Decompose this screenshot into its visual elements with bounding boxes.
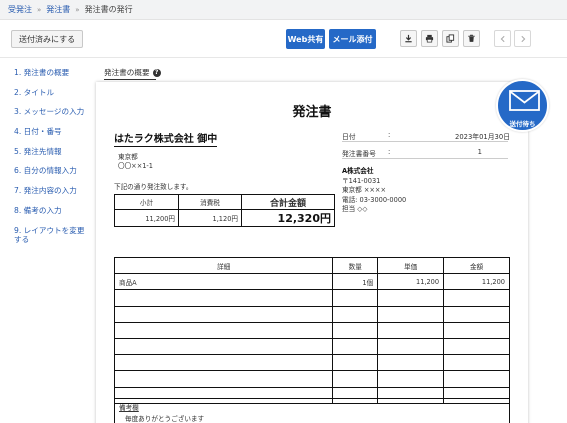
number-value: 1: [477, 148, 482, 156]
total-value: 12,320円: [241, 209, 335, 227]
header-detail: 詳細: [113, 256, 334, 275]
help-icon[interactable]: ?: [152, 68, 161, 77]
prev-button[interactable]: [494, 30, 511, 47]
subtotal-value: 11,200円: [114, 209, 179, 227]
print-icon: [425, 34, 434, 43]
date-label: 日付: [342, 133, 356, 141]
chevron-right-icon: [520, 35, 525, 42]
sidebar-item-order-contents[interactable]: 7. 発注内容の入力: [14, 186, 100, 206]
breadcrumb-current: 発注書の発行: [84, 5, 133, 14]
tab-label: 発注書の概要: [104, 68, 150, 77]
breadcrumb-link-purchase-orders[interactable]: 発注書: [46, 4, 70, 15]
table-row: [113, 370, 510, 388]
date-value: 2023年01月30日: [455, 133, 510, 141]
table-row: [113, 289, 510, 307]
envelope-icon: [509, 90, 540, 111]
divider: [342, 141, 508, 142]
web-share-button[interactable]: Web共有: [286, 29, 325, 49]
recipient-address-line2: 〇〇××1-1: [118, 162, 154, 170]
mark-sent-button[interactable]: 送付済みにする: [11, 30, 84, 48]
copy-icon: [446, 34, 455, 43]
next-button[interactable]: [514, 30, 531, 47]
breadcrumb-separator: »: [75, 5, 80, 14]
table-row: [113, 354, 510, 372]
download-button[interactable]: [400, 30, 417, 47]
total-label: 合計金額: [241, 194, 335, 210]
sidebar-item-message[interactable]: 3. メッセージの入力: [14, 107, 100, 127]
print-button[interactable]: [421, 30, 438, 47]
trash-icon: [468, 34, 475, 42]
intro-text: 下記の通り発注致します。: [114, 183, 193, 191]
breadcrumb-link-orders[interactable]: 受発注: [8, 4, 32, 15]
header-amount: 金額: [443, 256, 510, 275]
date-colon: :: [388, 131, 391, 139]
status-badge: 送付待ち: [496, 79, 549, 132]
breadcrumb-separator: »: [37, 5, 42, 14]
item-unit-price: 11,200: [377, 273, 445, 291]
divider: [342, 158, 508, 159]
sidebar-item-supplier[interactable]: 5. 発注先情報: [14, 147, 100, 167]
remarks-text: 毎度ありがとうございます: [125, 415, 205, 423]
summary-table: 小計 消費税 合計金額 11,200円 1,120円 12,320円: [114, 194, 335, 227]
delete-button[interactable]: [463, 30, 480, 47]
document-preview: 発注書 はたラク株式会社 御中 東京都 〇〇××1-1 下記の通り発注致します。…: [96, 82, 528, 423]
sidebar-item-date-number[interactable]: 4. 日付・番号: [14, 127, 100, 147]
items-header-row: 詳細 数量 単価 金額: [113, 256, 510, 275]
header-unit-price: 単価: [377, 256, 445, 275]
date-row: 日付 :: [342, 131, 390, 141]
number-colon: :: [388, 148, 391, 156]
subtotal-label: 小計: [114, 194, 179, 210]
download-icon: [405, 34, 412, 43]
sidebar-item-layout[interactable]: 9. レイアウトを変更する: [14, 226, 90, 250]
item-amount: 11,200: [443, 273, 510, 291]
breadcrumb: 受発注 » 発注書 » 発注書の発行: [0, 0, 567, 20]
sidebar-item-overview[interactable]: 1. 発注書の概要: [14, 68, 100, 88]
header-qty: 数量: [332, 256, 379, 275]
chevron-left-icon: [500, 35, 505, 42]
status-badge-label: 送付待ち: [509, 120, 536, 128]
remarks-box: 備考欄 毎度ありがとうございます: [114, 398, 510, 423]
tab-overview[interactable]: 発注書の概要 ?: [104, 67, 161, 78]
tax-label: 消費税: [178, 194, 242, 210]
sidebar-item-title[interactable]: 2. タイトル: [14, 88, 100, 108]
sidebar-item-my-info[interactable]: 6. 自分の情報入力: [14, 166, 100, 186]
sidebar-nav: 1. 発注書の概要 2. タイトル 3. メッセージの入力 4. 日付・番号 5…: [14, 68, 100, 250]
tab-underline: [104, 79, 156, 80]
items-table: 詳細 数量 単価 金額 商品A 1個 11,200 11,200: [113, 256, 510, 404]
recipient-name: はたラク株式会社 御中: [114, 130, 218, 147]
sender-company: A株式会社: [342, 167, 374, 175]
mail-attach-button[interactable]: メール添付: [329, 29, 376, 49]
copy-button[interactable]: [442, 30, 459, 47]
sender-address: 東京都 ××××: [342, 186, 386, 194]
table-row: [113, 305, 510, 323]
toolbar: 送付済みにする Web共有 メール添付: [0, 20, 567, 58]
table-row: 商品A 1個 11,200 11,200: [113, 273, 510, 291]
number-row: 発注書番号 :: [342, 148, 390, 158]
sender-person: 担当 ◇◇: [342, 205, 368, 213]
table-row: [113, 321, 510, 339]
item-qty: 1個: [332, 273, 379, 291]
tax-value: 1,120円: [178, 209, 242, 227]
item-detail: 商品A: [113, 273, 334, 291]
document-title: 発注書: [292, 105, 332, 120]
number-label: 発注書番号: [342, 150, 376, 158]
table-row: [113, 337, 510, 356]
remarks-label: 備考欄: [119, 404, 139, 412]
sidebar-item-remarks[interactable]: 8. 備考の入力: [14, 206, 100, 226]
